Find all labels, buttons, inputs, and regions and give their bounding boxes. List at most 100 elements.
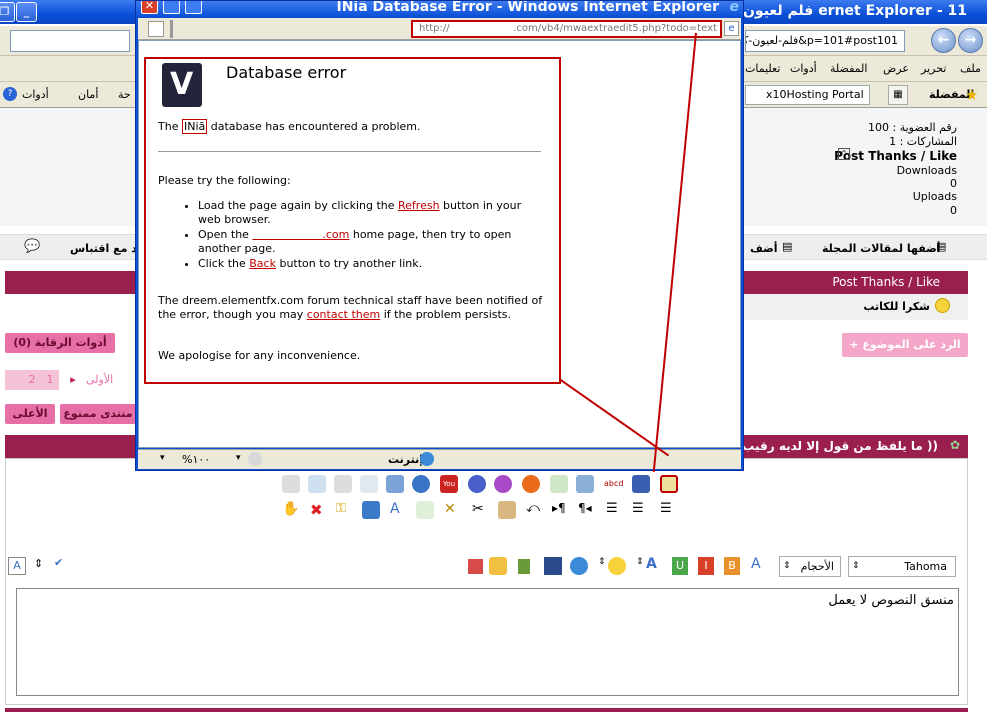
back-link[interactable]: Back <box>249 257 276 270</box>
compat-icon[interactable]: e <box>724 21 739 36</box>
moderation-tools-button[interactable]: أدوات الرقابة (0) <box>5 333 115 353</box>
ltr-icon[interactable]: ▸¶ <box>552 501 570 519</box>
key-icon[interactable]: ⚿ <box>336 501 354 519</box>
page-icon[interactable] <box>360 475 378 493</box>
font-family-select[interactable]: Tahoma ⇕ <box>848 556 956 577</box>
page-cmd[interactable]: حة <box>118 88 131 101</box>
emoticon-icon[interactable] <box>608 557 626 575</box>
contact-link[interactable]: contact them <box>307 308 380 321</box>
zoom-level[interactable]: %١٠٠ <box>182 453 210 466</box>
text-highlight-icon[interactable]: A <box>646 556 657 572</box>
thank-author-button[interactable]: شكرا للكاتب <box>863 300 930 313</box>
text-color-icon[interactable]: A <box>390 501 408 519</box>
notify-text: The dreem.elementfx.com forum technical … <box>158 294 548 322</box>
dialog-titlebar: ✕ INiã Database Error - Windows Internet… <box>136 1 743 17</box>
zoom-dropdown-icon[interactable]: ▾ <box>160 453 165 463</box>
note-icon: ▤ <box>782 240 793 253</box>
forward-button[interactable]: → <box>958 28 983 53</box>
image-icon[interactable] <box>576 475 594 493</box>
hand-icon[interactable]: ✋ <box>282 501 300 519</box>
unlink-icon[interactable]: ✕ <box>444 501 462 519</box>
new-doc-icon[interactable] <box>416 501 434 519</box>
menu-file[interactable]: ملف <box>960 62 981 75</box>
message-textarea[interactable]: منسق النصوص لا يعمل <box>16 588 959 696</box>
add-button[interactable]: أضف <box>750 242 778 255</box>
emoticon-stepper[interactable]: ⇕ <box>598 557 606 567</box>
pdf-icon[interactable] <box>334 475 352 493</box>
spell-check-icon[interactable]: ✔ <box>54 556 63 569</box>
back-button[interactable]: ← <box>931 28 956 53</box>
flash-purple-icon[interactable] <box>494 475 512 493</box>
flash-icon[interactable] <box>468 475 486 493</box>
maximize-icon[interactable] <box>163 1 180 14</box>
address-field[interactable]: p=101#post101&فلم-لعيون-كو <box>745 30 905 52</box>
next-page-icon[interactable]: ▸ <box>64 370 82 390</box>
globe-icon[interactable] <box>570 557 588 575</box>
paste-icon[interactable] <box>498 501 516 519</box>
align-right-icon[interactable]: ☰ <box>660 501 678 519</box>
resize-icon[interactable]: ⇕ <box>34 557 43 570</box>
minimize-icon[interactable] <box>185 1 202 14</box>
align-left-icon[interactable]: ☰ <box>606 501 624 519</box>
cut-icon[interactable]: ✂ <box>472 501 490 519</box>
flash-orange-icon[interactable] <box>522 475 540 493</box>
bold-icon[interactable]: B <box>724 557 740 575</box>
logo-letter: V <box>170 67 194 102</box>
home-link[interactable]: .com <box>252 228 349 241</box>
align-center-icon[interactable]: ☰ <box>632 501 650 519</box>
page-2[interactable]: 2 <box>23 370 41 390</box>
close-icon[interactable]: ✕ <box>141 1 158 14</box>
table-icon[interactable] <box>550 475 568 493</box>
comment-icon[interactable] <box>489 557 507 575</box>
help-icon[interactable]: ? <box>3 87 17 101</box>
page-1[interactable]: 1 <box>41 370 59 390</box>
collapse-icon[interactable]: ^ <box>838 148 850 160</box>
minimize-button[interactable]: _ <box>16 2 37 22</box>
remove-format-icon[interactable]: A <box>751 556 761 572</box>
menu-view[interactable]: عرض <box>883 62 909 75</box>
add-to-magazine[interactable]: أضفها لمقالات المجلة <box>822 242 941 255</box>
color-stepper[interactable]: ⇕ <box>636 557 644 567</box>
quick-tabs-icon[interactable]: ▦ <box>888 85 908 105</box>
font-color-icon[interactable]: A <box>8 557 26 575</box>
tools-cmd[interactable]: أدوات <box>22 88 49 101</box>
dialog-url-field[interactable]: http:// .com/vb4/mwaextraedit5.php?todo=… <box>411 20 722 38</box>
italic-icon[interactable]: I <box>698 557 714 575</box>
restore-button[interactable]: ❐ <box>0 2 15 22</box>
doc-icon[interactable] <box>308 475 326 493</box>
safety-cmd[interactable]: أمان <box>78 88 98 101</box>
favorites-tab[interactable]: x10Hosting Portal <box>745 85 870 105</box>
font-size-select[interactable]: الأحجام ⇕ <box>779 556 841 577</box>
wysiwyg-icon[interactable] <box>632 475 650 493</box>
star-icon[interactable]: ★ <box>965 86 978 104</box>
undo-icon[interactable]: ⤺ <box>526 501 544 519</box>
menu-edit[interactable]: تحرير <box>921 62 946 75</box>
book-icon[interactable] <box>362 501 380 519</box>
clear-icon[interactable] <box>468 559 483 574</box>
quote-icon[interactable] <box>412 475 430 493</box>
add-quote-icon[interactable]: 💬 <box>24 239 40 254</box>
reply-thread-button[interactable]: + الرد على الموضوع <box>842 333 968 357</box>
top-button[interactable]: الأعلى <box>5 404 55 424</box>
align-icon[interactable] <box>282 475 300 493</box>
protected-dropdown-icon[interactable]: ▾ <box>236 453 241 463</box>
profile-panel: رقم العضوية : 100 المشاركات : 1 Post Tha… <box>744 108 987 226</box>
search-box[interactable] <box>10 30 130 52</box>
underline-icon[interactable]: U <box>672 557 688 575</box>
delete-icon[interactable]: ✖ <box>310 501 328 519</box>
spellcheck-icon[interactable]: abcd <box>604 475 623 493</box>
film-icon[interactable] <box>518 559 530 574</box>
switch-editor-icon[interactable] <box>660 475 678 493</box>
screen-icon[interactable] <box>544 557 562 575</box>
first-page[interactable]: الأولى <box>86 370 136 390</box>
rtl-icon[interactable]: ¶◂ <box>578 501 596 519</box>
error-heading: Database error <box>226 63 347 82</box>
media-icon[interactable] <box>386 475 404 493</box>
menu-help[interactable]: تعليمات <box>745 62 780 75</box>
reply-with-quote[interactable]: د مع اقتباس <box>70 242 137 255</box>
closed-forum-button[interactable]: منتدى ممنوع <box>60 404 136 424</box>
youtube-icon[interactable]: You <box>440 475 458 493</box>
refresh-link[interactable]: Refresh <box>398 199 440 212</box>
menu-tools[interactable]: أدوات <box>790 62 817 75</box>
menu-favorites[interactable]: المفضلة <box>830 62 867 75</box>
